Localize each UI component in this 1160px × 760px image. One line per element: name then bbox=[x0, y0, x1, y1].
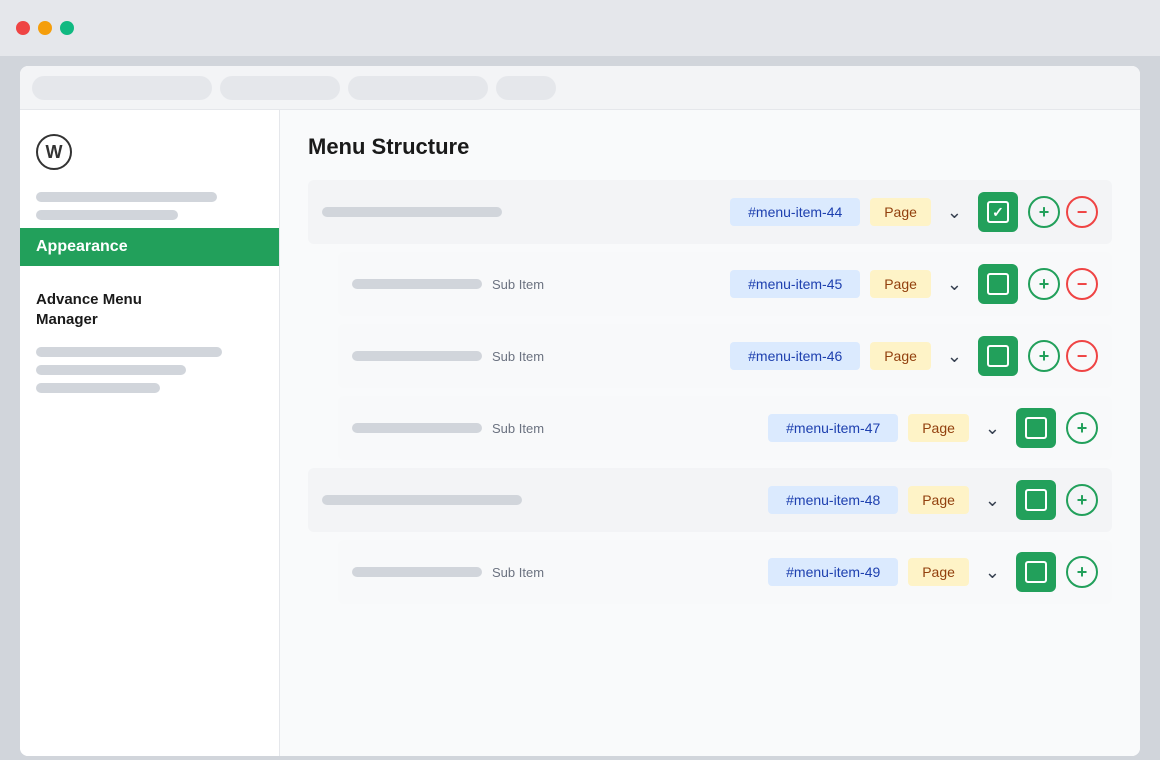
remove-button[interactable]: − bbox=[1066, 196, 1098, 228]
sidebar-item-appearance[interactable]: Appearance bbox=[20, 228, 279, 266]
checkbox-inner bbox=[987, 273, 1009, 295]
row-handle bbox=[322, 207, 502, 217]
titlebar bbox=[0, 0, 1160, 56]
menu-id-badge: #menu-item-49 bbox=[768, 558, 898, 586]
sub-item-label: Sub Item bbox=[492, 277, 544, 292]
menu-checkbox[interactable] bbox=[1016, 408, 1056, 448]
sidebar-section-title: Advance Menu Manager bbox=[20, 274, 279, 333]
menu-row: Sub Item #menu-item-49 Page ⌄ + bbox=[338, 540, 1112, 604]
add-button[interactable]: + bbox=[1066, 412, 1098, 444]
page-title: Menu Structure bbox=[308, 134, 1112, 160]
maximize-button[interactable] bbox=[60, 21, 74, 35]
menu-id-badge: #menu-item-47 bbox=[768, 414, 898, 442]
row-handle bbox=[352, 279, 482, 289]
sidebar-placeholder bbox=[36, 365, 186, 375]
checkbox-inner bbox=[987, 201, 1009, 223]
menu-checkbox[interactable] bbox=[978, 264, 1018, 304]
menu-id-badge: #menu-item-45 bbox=[730, 270, 860, 298]
menu-row: #menu-item-44 Page ⌄ + − bbox=[308, 180, 1112, 244]
checkbox-inner bbox=[987, 345, 1009, 367]
checkbox-inner bbox=[1025, 561, 1047, 583]
menu-row: Sub Item #menu-item-47 Page ⌄ + bbox=[338, 396, 1112, 460]
page-badge: Page bbox=[870, 270, 931, 298]
menu-row-content: Sub Item bbox=[352, 277, 720, 292]
menu-id-badge: #menu-item-46 bbox=[730, 342, 860, 370]
add-button[interactable]: + bbox=[1028, 196, 1060, 228]
menu-checkbox[interactable] bbox=[978, 192, 1018, 232]
menu-checkbox[interactable] bbox=[1016, 552, 1056, 592]
menu-checkbox[interactable] bbox=[1016, 480, 1056, 520]
url-segment bbox=[32, 76, 212, 100]
sidebar-placeholder bbox=[36, 347, 222, 357]
url-segment bbox=[220, 76, 340, 100]
add-button[interactable]: + bbox=[1028, 268, 1060, 300]
page-badge: Page bbox=[908, 486, 969, 514]
add-button[interactable]: + bbox=[1028, 340, 1060, 372]
menu-row: #menu-item-48 Page ⌄ + bbox=[308, 468, 1112, 532]
menu-row: Sub Item #menu-item-45 Page ⌄ + − bbox=[338, 252, 1112, 316]
menu-row-content bbox=[322, 207, 720, 217]
checkbox-inner bbox=[1025, 489, 1047, 511]
add-button[interactable]: + bbox=[1066, 484, 1098, 516]
browser-bar bbox=[20, 66, 1140, 110]
row-handle bbox=[352, 423, 482, 433]
menu-row-content bbox=[322, 495, 758, 505]
action-buttons: + bbox=[1066, 556, 1098, 588]
sub-item-label: Sub Item bbox=[492, 421, 544, 436]
action-buttons: + − bbox=[1028, 268, 1098, 300]
menu-id-badge: #menu-item-44 bbox=[730, 198, 860, 226]
action-buttons: + bbox=[1066, 484, 1098, 516]
page-badge: Page bbox=[908, 414, 969, 442]
minimize-button[interactable] bbox=[38, 21, 52, 35]
menu-checkbox[interactable] bbox=[978, 336, 1018, 376]
sidebar-placeholder bbox=[36, 210, 178, 220]
page-badge: Page bbox=[870, 342, 931, 370]
action-buttons: + − bbox=[1028, 340, 1098, 372]
page-badge: Page bbox=[870, 198, 931, 226]
expand-button[interactable]: ⌄ bbox=[979, 486, 1006, 515]
browser-window: W Appearance Advance Menu Manager Menu S… bbox=[20, 66, 1140, 756]
menu-row-content: Sub Item bbox=[352, 565, 758, 580]
add-button[interactable]: + bbox=[1066, 556, 1098, 588]
expand-button[interactable]: ⌄ bbox=[979, 414, 1006, 443]
sidebar: W Appearance Advance Menu Manager bbox=[20, 110, 280, 756]
sub-item-label: Sub Item bbox=[492, 565, 544, 580]
menu-row-content: Sub Item bbox=[352, 349, 720, 364]
close-button[interactable] bbox=[16, 21, 30, 35]
expand-button[interactable]: ⌄ bbox=[979, 558, 1006, 587]
wp-logo-icon: W bbox=[36, 134, 72, 170]
row-handle bbox=[352, 567, 482, 577]
row-handle bbox=[352, 351, 482, 361]
expand-button[interactable]: ⌄ bbox=[941, 342, 968, 371]
sidebar-logo: W bbox=[20, 126, 279, 186]
sidebar-placeholder bbox=[36, 383, 160, 393]
expand-button[interactable]: ⌄ bbox=[941, 270, 968, 299]
sidebar-placeholder bbox=[36, 192, 217, 202]
expand-button[interactable]: ⌄ bbox=[941, 198, 968, 227]
row-handle bbox=[322, 495, 522, 505]
menu-id-badge: #menu-item-48 bbox=[768, 486, 898, 514]
action-buttons: + − bbox=[1028, 196, 1098, 228]
menu-row: Sub Item #menu-item-46 Page ⌄ + − bbox=[338, 324, 1112, 388]
url-segment bbox=[348, 76, 488, 100]
main-content: Menu Structure #menu-item-44 Page ⌄ + − bbox=[280, 110, 1140, 756]
menu-row-content: Sub Item bbox=[352, 421, 758, 436]
checkbox-inner bbox=[1025, 417, 1047, 439]
remove-button[interactable]: − bbox=[1066, 268, 1098, 300]
sub-item-label: Sub Item bbox=[492, 349, 544, 364]
remove-button[interactable]: − bbox=[1066, 340, 1098, 372]
action-buttons: + bbox=[1066, 412, 1098, 444]
page-badge: Page bbox=[908, 558, 969, 586]
url-segment bbox=[496, 76, 556, 100]
wp-layout: W Appearance Advance Menu Manager Menu S… bbox=[20, 110, 1140, 756]
